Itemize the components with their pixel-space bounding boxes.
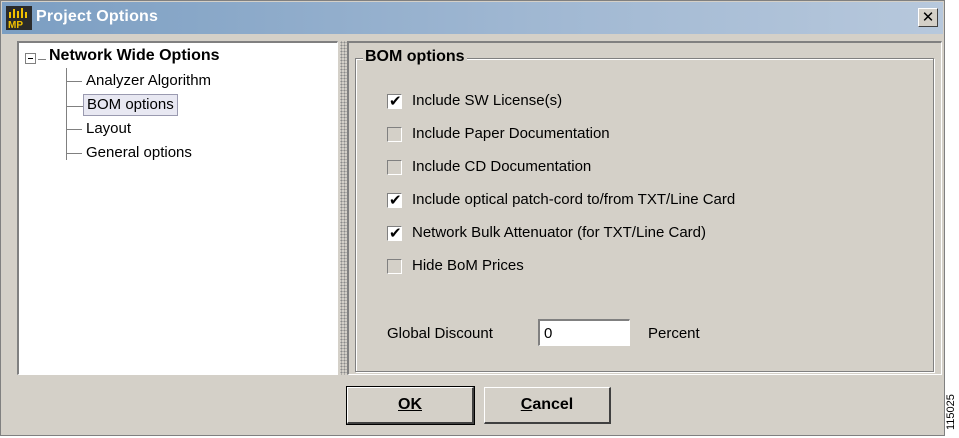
checkbox[interactable] xyxy=(387,160,402,175)
checkbox[interactable]: ✔ xyxy=(387,191,402,209)
tree-item-bom-options[interactable]: BOM options xyxy=(67,94,178,116)
checkmark-icon: ✔ xyxy=(389,92,402,110)
option-label[interactable]: Include CD Documentation xyxy=(412,158,591,175)
split-pane-divider[interactable] xyxy=(340,41,347,375)
group-title: BOM options xyxy=(363,48,467,66)
cancel-label: Cancel xyxy=(520,396,574,413)
option-label[interactable]: Include Paper Documentation xyxy=(412,125,610,142)
close-button[interactable]: ✕ xyxy=(918,8,938,27)
percent-label: Percent xyxy=(648,325,700,342)
options-tree[interactable]: Network Wide Options Analyzer Algorithm … xyxy=(17,41,338,375)
tree-item-analyzer-algorithm[interactable]: Analyzer Algorithm xyxy=(65,70,214,92)
close-icon: ✕ xyxy=(921,8,935,26)
option-label[interactable]: Hide BoM Prices xyxy=(412,257,524,274)
checkbox[interactable] xyxy=(387,259,402,274)
checkbox[interactable]: ✔ xyxy=(387,92,402,110)
option-label[interactable]: Include optical patch-cord to/from TXT/L… xyxy=(412,191,735,208)
title-bar[interactable]: MP Project Options ✕ xyxy=(2,2,943,34)
window-title: Project Options xyxy=(36,8,159,25)
svg-text:MP: MP xyxy=(8,20,23,30)
ok-button[interactable]: OK xyxy=(346,386,475,425)
project-options-dialog: MP Project Options ✕ Network Wide Option… xyxy=(0,0,945,436)
tree-item-layout[interactable]: Layout xyxy=(65,118,134,140)
figure-id: 115025 xyxy=(945,394,957,430)
collapse-icon[interactable] xyxy=(25,53,36,64)
tree-connector xyxy=(38,59,46,60)
checkbox[interactable] xyxy=(387,127,402,142)
option-label[interactable]: Network Bulk Attenuator (for TXT/Line Ca… xyxy=(412,224,706,241)
checkmark-icon: ✔ xyxy=(389,191,402,209)
ok-label: OK xyxy=(398,396,422,413)
global-discount-label: Global Discount xyxy=(387,325,493,342)
option-label[interactable]: Include SW License(s) xyxy=(412,92,562,109)
mp-app-icon: MP xyxy=(6,6,32,30)
checkbox[interactable]: ✔ xyxy=(387,224,402,242)
tree-item-general-options[interactable]: General options xyxy=(66,142,195,164)
tree-root-network-wide-options[interactable]: Network Wide Options xyxy=(49,47,220,65)
cancel-button[interactable]: Cancel xyxy=(484,387,611,424)
global-discount-input[interactable] xyxy=(538,319,630,346)
checkmark-icon: ✔ xyxy=(389,224,402,242)
